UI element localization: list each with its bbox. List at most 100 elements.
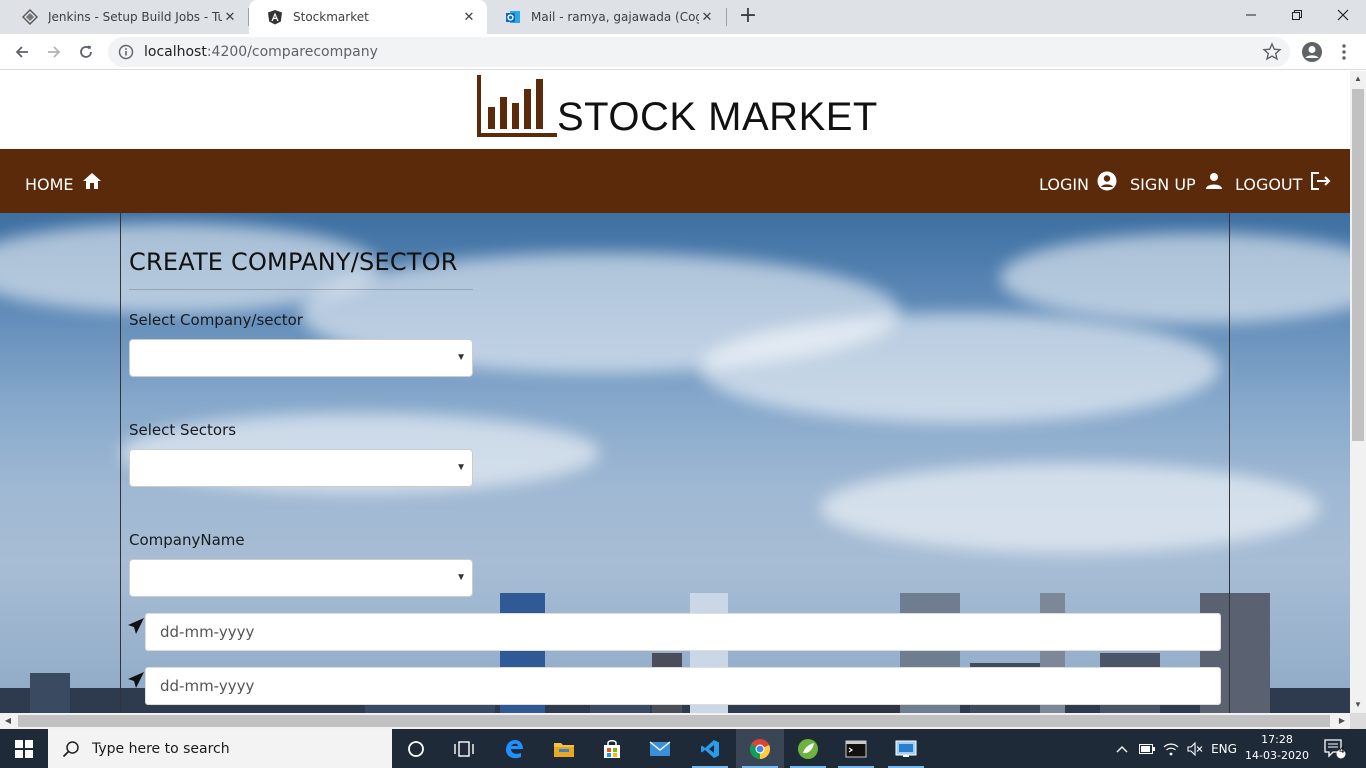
tab-title: Mail - ramya, gajawada (Cogniza <box>531 10 699 24</box>
browser-tabstrip: Jenkins - Setup Build Jobs - Tuto ✕ Stoc… <box>0 0 1366 34</box>
address-bar[interactable]: localhost:4200/comparecompany <box>108 37 1290 67</box>
select-company-label: Select Company/sector <box>129 311 303 329</box>
spring-tool-taskbar-icon[interactable] <box>784 729 832 768</box>
info-icon <box>118 44 134 60</box>
remote-desktop-taskbar-icon[interactable] <box>882 729 930 768</box>
close-icon[interactable]: ✕ <box>222 9 238 25</box>
account-circle-icon <box>1097 171 1117 191</box>
tab-mail[interactable]: Mail - ramya, gajawada (Cogniza ✕ <box>487 0 725 34</box>
tab-title: Jenkins - Setup Build Jobs - Tuto <box>48 10 222 24</box>
dropdown-caret-icon: ▼ <box>456 462 466 473</box>
windows-taskbar: Type here to search ENG 17:28 14-03-2020… <box>0 729 1366 768</box>
nav-home-label: HOME <box>25 175 74 194</box>
clock-date: 14-03-2020 <box>1245 749 1309 762</box>
nav-login[interactable]: LOGIN <box>1039 167 1117 194</box>
close-window-button[interactable] <box>1320 0 1366 30</box>
network-tray[interactable] <box>1160 729 1182 768</box>
action-center-button[interactable]: 4 <box>1318 729 1352 768</box>
chevron-up-icon <box>1116 745 1128 752</box>
restore-icon <box>1292 10 1302 20</box>
taskbar-search[interactable]: Type here to search <box>48 729 392 768</box>
title-divider <box>129 289 473 290</box>
page-viewport: STOCK MARKET HOME LOGIN SIGN UP LOGOUT C… <box>0 71 1350 713</box>
scroll-down-icon[interactable]: ▼ <box>1350 697 1366 713</box>
tab-separator <box>726 8 727 26</box>
scroll-up-icon[interactable]: ▲ <box>1350 71 1366 87</box>
nav-logout-label: LOGOUT <box>1235 175 1303 194</box>
paper-plane-icon <box>128 618 144 634</box>
url-host: localhost <box>144 44 207 60</box>
store-taskbar-icon[interactable] <box>588 729 636 768</box>
mail-taskbar-icon[interactable] <box>636 729 684 768</box>
bar-chart-logo-icon <box>477 75 557 137</box>
nav-logout[interactable]: LOGOUT <box>1235 167 1332 194</box>
new-tab-button[interactable]: + <box>736 5 760 29</box>
notification-count: 4 <box>1339 746 1345 756</box>
file-explorer-taskbar-icon[interactable] <box>540 729 588 768</box>
task-view-button[interactable] <box>440 729 488 768</box>
close-icon[interactable]: ✕ <box>461 9 477 25</box>
dropdown-caret-icon: ▼ <box>456 572 466 583</box>
minimize-icon <box>1246 14 1256 16</box>
vertical-scroll-thumb[interactable] <box>1352 89 1364 441</box>
clock-time: 17:28 <box>1261 733 1293 746</box>
battery-icon <box>1139 743 1155 754</box>
outlook-icon <box>505 9 521 25</box>
search-placeholder: Type here to search <box>92 740 230 757</box>
task-view-icon <box>454 740 474 757</box>
reload-icon <box>80 45 92 58</box>
cortana-circle-icon <box>408 740 424 757</box>
dropdown-caret-icon: ▼ <box>456 352 466 363</box>
select-sectors-label: Select Sectors <box>129 421 237 439</box>
edge-taskbar-icon[interactable] <box>490 729 538 768</box>
show-hidden-icons[interactable] <box>1112 729 1132 768</box>
bookmark-star-icon[interactable] <box>1262 42 1282 62</box>
minimize-button[interactable] <box>1228 0 1274 30</box>
profile-button[interactable] <box>1298 38 1326 66</box>
back-button[interactable] <box>8 38 36 66</box>
person-icon <box>1204 171 1224 191</box>
scroll-right-icon[interactable]: ▶ <box>1334 713 1350 729</box>
angular-icon <box>267 9 283 25</box>
account-circle-icon <box>1302 42 1322 62</box>
volume-tray[interactable] <box>1184 729 1206 768</box>
select-company-dropdown[interactable]: ▼ <box>129 339 473 377</box>
horizontal-scrollbar[interactable]: ◀ ▶ <box>0 713 1350 729</box>
taskbar-clock[interactable]: 17:28 14-03-2020 <box>1244 732 1310 764</box>
home-icon <box>82 171 102 191</box>
company-name-dropdown[interactable]: ▼ <box>129 559 473 597</box>
nav-login-label: LOGIN <box>1039 175 1090 194</box>
tab-stockmarket[interactable]: Stockmarket ✕ <box>249 0 487 34</box>
logout-icon <box>1310 171 1332 191</box>
url-path: :4200/comparecompany <box>206 44 378 60</box>
menu-button[interactable] <box>1330 38 1358 66</box>
volume-mute-icon <box>1187 741 1203 756</box>
wifi-icon <box>1163 743 1179 755</box>
terminal-taskbar-icon[interactable] <box>832 729 880 768</box>
forward-arrow-icon <box>48 46 61 58</box>
start-button[interactable] <box>0 729 48 768</box>
more-vert-icon <box>1342 44 1346 60</box>
select-sectors-dropdown[interactable]: ▼ <box>129 449 473 487</box>
brand-title: STOCK MARKET <box>557 95 878 139</box>
battery-tray[interactable] <box>1136 729 1158 768</box>
to-date-input[interactable]: dd-mm-yyyy <box>145 667 1221 705</box>
reload-button[interactable] <box>72 38 100 66</box>
from-date-input[interactable]: dd-mm-yyyy <box>145 613 1221 651</box>
tab-title: Stockmarket <box>293 10 369 24</box>
restore-button[interactable] <box>1274 0 1320 30</box>
nav-home[interactable]: HOME <box>25 167 102 194</box>
nav-signup[interactable]: SIGN UP <box>1130 167 1224 194</box>
scroll-left-icon[interactable]: ◀ <box>0 713 16 729</box>
vertical-scrollbar[interactable]: ▲ ▼ <box>1350 71 1366 713</box>
close-icon[interactable]: ✕ <box>699 9 715 25</box>
jenkins-icon <box>22 9 38 25</box>
cortana-button[interactable] <box>392 729 440 768</box>
language-indicator[interactable]: ENG <box>1208 729 1240 768</box>
chrome-taskbar-icon[interactable] <box>736 729 784 768</box>
tab-jenkins[interactable]: Jenkins - Setup Build Jobs - Tuto ✕ <box>4 0 248 34</box>
vscode-taskbar-icon[interactable] <box>686 729 734 768</box>
horizontal-scroll-thumb[interactable] <box>18 715 1330 727</box>
forward-button[interactable] <box>40 38 68 66</box>
main-navbar: HOME LOGIN SIGN UP LOGOUT <box>0 149 1350 213</box>
